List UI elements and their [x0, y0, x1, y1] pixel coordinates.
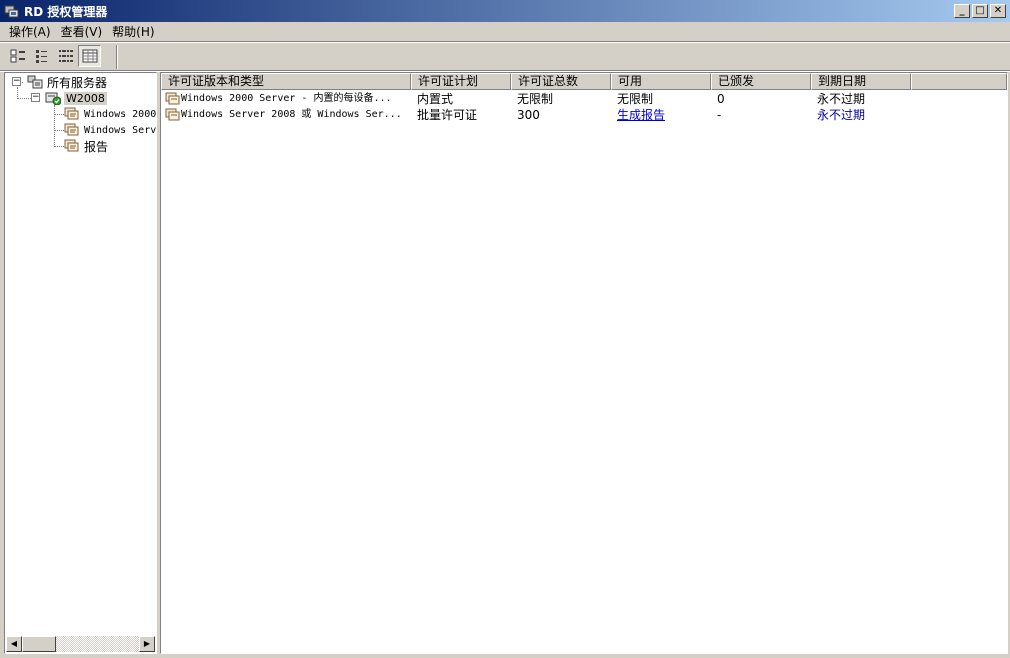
license-name: Windows Server 2008 或 Windows Ser... — [181, 109, 402, 120]
tree-label-server: W2008 — [64, 91, 107, 105]
scroll-thumb[interactable] — [22, 636, 56, 652]
cell-issued: - — [717, 108, 722, 122]
tree-line — [54, 105, 55, 147]
window-title: RD 授权管理器 — [24, 4, 108, 19]
cell-plan: 批量许可证 — [417, 108, 478, 122]
scroll-right-arrow-icon[interactable]: ▶ — [139, 636, 155, 652]
list-icon — [58, 50, 73, 62]
cell-license-type: Windows Server 2008 或 Windows Ser... — [161, 107, 411, 123]
cell-available: 无限制 — [617, 92, 654, 106]
servers-icon — [27, 75, 43, 89]
cell-expiry: 永不过期 — [817, 108, 866, 122]
cell-total: 300 — [517, 108, 540, 122]
generate-report-link[interactable]: 生成报告 — [611, 107, 711, 123]
column-header-available[interactable]: 可用 — [611, 73, 711, 90]
license-icon — [165, 108, 180, 121]
tree-expander-root[interactable]: − — [12, 77, 21, 86]
minimize-button[interactable]: _ — [954, 4, 970, 18]
tree-label-reports: 报告 — [84, 139, 109, 154]
large-icons-icon — [10, 49, 25, 63]
menu-action[interactable]: 操作(A) — [4, 23, 56, 40]
scroll-track[interactable] — [56, 636, 139, 652]
tree-item-reports[interactable]: 报告 — [64, 138, 108, 154]
column-header-plan[interactable]: 许可证计划 — [411, 73, 511, 90]
tree-label-win2000: Windows 2000 Server — [84, 108, 157, 120]
toolbar-separator — [116, 45, 118, 69]
details-view-button[interactable] — [78, 45, 101, 67]
license-list-pane: 许可证版本和类型 许可证计划 许可证总数 可用 已颁发 到期日期 Windows… — [160, 72, 1008, 654]
cell-plan: 内置式 — [417, 92, 454, 106]
column-header-filler — [911, 73, 1007, 90]
license-icon — [64, 107, 79, 120]
tree-line — [54, 130, 64, 131]
report-icon — [64, 139, 79, 152]
cell-total: 无限制 — [517, 92, 554, 106]
menu-view[interactable]: 查看(V) — [56, 23, 108, 40]
license-icon — [165, 92, 180, 105]
column-header-license-type[interactable]: 许可证版本和类型 — [161, 73, 411, 90]
menu-bar: 操作(A) 查看(V) 帮助(H) — [0, 22, 1010, 41]
large-icons-view-button[interactable] — [6, 45, 29, 67]
cell-license-type: Windows 2000 Server - 内置的每设备... — [161, 91, 411, 107]
tree-label-win2008: Windows Server 2008 — [84, 124, 157, 136]
title-bar: RD 授权管理器 _ □ ✕ — [0, 0, 1010, 22]
server-activated-icon — [45, 92, 61, 105]
list-view-button[interactable] — [54, 45, 77, 67]
tree-horizontal-scrollbar[interactable]: ◀ ▶ — [6, 636, 155, 652]
tree-item-all-servers[interactable]: 所有服务器 — [27, 74, 107, 90]
maximize-button[interactable]: □ — [972, 4, 988, 18]
menu-separator — [0, 41, 1010, 43]
scroll-left-arrow-icon[interactable]: ◀ — [6, 636, 22, 652]
column-header-issued[interactable]: 已颁发 — [711, 73, 811, 90]
tree-item-server[interactable]: W2008 — [45, 90, 107, 106]
license-manager-icon — [4, 3, 20, 19]
column-header-expiry[interactable]: 到期日期 — [811, 73, 911, 90]
column-header-total[interactable]: 许可证总数 — [511, 73, 611, 90]
close-button[interactable]: ✕ — [990, 4, 1006, 18]
tree-item-win2000[interactable]: Windows 2000 Server — [64, 106, 157, 122]
tree-label-all-servers: 所有服务器 — [47, 75, 108, 90]
table-row[interactable]: Windows Server 2008 或 Windows Ser... 批量许… — [161, 107, 911, 123]
tree-line — [54, 114, 64, 115]
license-icon — [64, 123, 79, 136]
table-row[interactable]: Windows 2000 Server - 内置的每设备... 内置式 无限制 … — [161, 91, 911, 107]
tree-item-win2008[interactable]: Windows Server 2008 — [64, 122, 157, 138]
tree-line — [54, 146, 64, 147]
tree-expander-server[interactable]: − — [31, 93, 40, 102]
cell-issued: 0 — [717, 92, 725, 106]
details-icon — [82, 49, 97, 63]
tree-pane: − 所有服务器 − W2008 Windows 2000 Server Wind… — [4, 72, 157, 654]
toolbar — [6, 45, 101, 69]
small-icons-icon — [35, 50, 47, 63]
list-header: 许可证版本和类型 许可证计划 许可证总数 可用 已颁发 到期日期 — [161, 73, 1007, 90]
license-name: Windows 2000 Server - 内置的每设备... — [181, 93, 392, 104]
small-icons-view-button[interactable] — [30, 45, 53, 67]
menu-help[interactable]: 帮助(H) — [107, 23, 159, 40]
cell-expiry: 永不过期 — [817, 92, 866, 106]
